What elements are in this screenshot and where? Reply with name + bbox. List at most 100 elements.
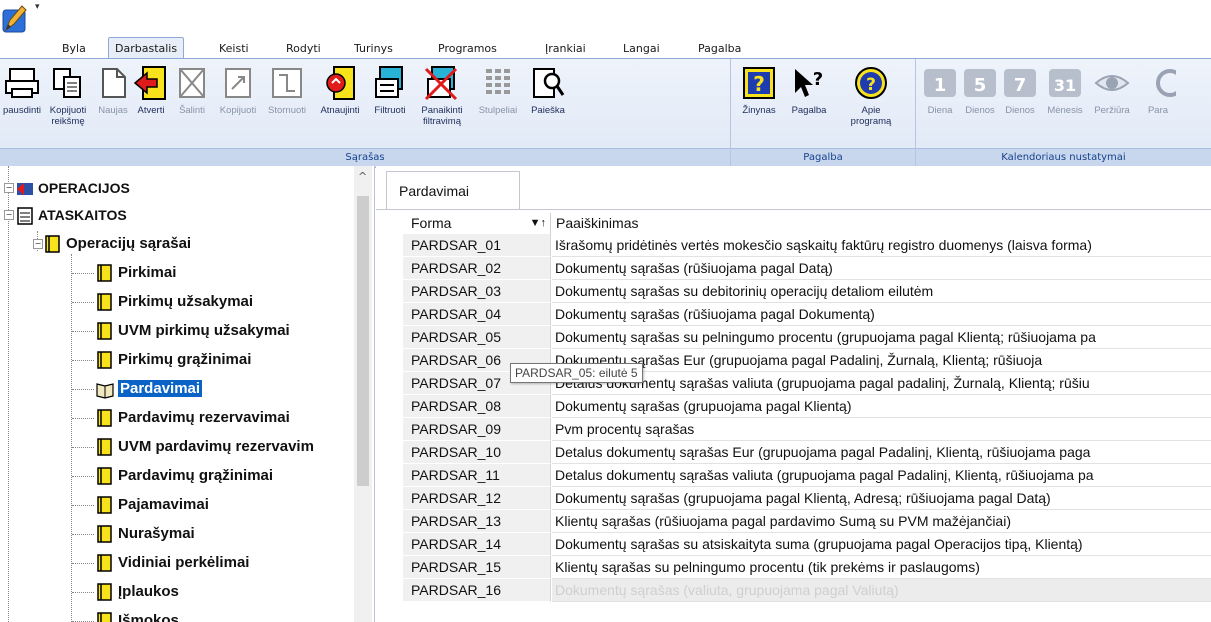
cell-forma[interactable]: PARDSAR_04	[403, 303, 551, 326]
columns-button[interactable]: Stulpeliai	[472, 65, 524, 116]
cell-paaiskinimas[interactable]: Dokumentų sąrašas (rūšiuojama pagal Doku…	[552, 303, 1211, 326]
cell-forma[interactable]: PARDSAR_10	[403, 441, 551, 464]
month-button[interactable]: 31 Mėnesis	[1042, 65, 1088, 116]
open-button[interactable]: Atverti	[132, 65, 170, 116]
column-header-paaiskinimas[interactable]: Paaiškinimas	[552, 213, 1211, 234]
print-button[interactable]: pausdinti	[2, 65, 42, 116]
tree-node-ataskaitos[interactable]: ATASKAITOS	[16, 203, 127, 227]
table-row[interactable]: PARDSAR_02 Dokumentų sąrašas (rūšiuojama …	[403, 257, 1211, 280]
table-row[interactable]: PARDSAR_05 Dokumentų sąrašas su pelningum…	[403, 326, 1211, 349]
tree-node-report[interactable]: Pirkimų grąžinimai	[96, 348, 251, 372]
cell-paaiskinimas[interactable]: Detalus dokumentų sąrašas valiuta (grupu…	[552, 372, 1211, 395]
cell-paaiskinimas[interactable]: Dokumentų sąrašas Eur (grupuojama pagal …	[552, 349, 1211, 372]
table-row[interactable]: PARDSAR_13 Klientų sąrašas (rūšiuojama pa…	[403, 510, 1211, 533]
days-5-button[interactable]: 5 Dienos	[960, 65, 1000, 116]
tree-node-report[interactable]: Įplaukos	[96, 580, 179, 604]
search-button[interactable]: Paieška	[526, 65, 570, 116]
scroll-up-icon[interactable]: ^	[358, 170, 367, 183]
cell-forma[interactable]: PARDSAR_08	[403, 395, 551, 418]
tree-node-report[interactable]: Nurašymai	[96, 522, 195, 546]
tree-node-operaciju-sarasai[interactable]: Operacijų sąrašai	[44, 232, 191, 256]
tab-irankiai[interactable]: Įrankiai	[539, 40, 592, 58]
cell-paaiskinimas[interactable]: Detalus dokumentų sąrašas Eur (grupuojam…	[552, 441, 1211, 464]
tab-keisti[interactable]: Keisti	[213, 40, 255, 58]
tree-node-report[interactable]: UVM pirkimų užsakymai	[96, 319, 290, 343]
tab-pagalba[interactable]: Pagalba	[692, 40, 747, 58]
scrollbar-thumb[interactable]	[357, 196, 369, 486]
remove-filter-button[interactable]: Panaikinti filtravimą	[412, 65, 472, 127]
sort-filter-icon[interactable]: ▼↑	[530, 213, 546, 234]
copy-doc-button[interactable]: Kopijuoti	[214, 65, 262, 116]
tab-langai[interactable]: Langai	[617, 40, 666, 58]
tree-node-report[interactable]: Pirkimai	[96, 261, 176, 285]
collapse-toggle[interactable]: −	[4, 210, 14, 220]
para-button[interactable]: Para	[1138, 65, 1184, 116]
tab-turinys[interactable]: Turinys	[348, 40, 399, 58]
table-row[interactable]: PARDSAR_12 Dokumentų sąrašas (grupuojama …	[403, 487, 1211, 510]
cell-forma[interactable]: PARDSAR_16	[403, 579, 551, 602]
tree-node-report[interactable]: Pardavimų rezervavimai	[96, 406, 290, 430]
tree-node-report[interactable]: Išmokos	[96, 609, 179, 622]
preview-button[interactable]: Peržiūra	[1088, 65, 1136, 116]
collapse-toggle[interactable]: −	[4, 183, 14, 193]
tab-programos[interactable]: Programos	[432, 40, 503, 58]
table-row[interactable]: PARDSAR_08 Dokumentų sąrašas (grupuojama …	[403, 395, 1211, 418]
cell-paaiskinimas[interactable]: Dokumentų sąrašas (grupuojama pagal Klie…	[552, 487, 1211, 510]
cell-paaiskinimas[interactable]: Pvm procentų sąrašas	[552, 418, 1211, 441]
table-row[interactable]: PARDSAR_10 Detalus dokumentų sąrašas Eur …	[403, 441, 1211, 464]
column-header-forma[interactable]: Forma ▼↑	[403, 213, 551, 234]
cell-paaiskinimas[interactable]: Dokumentų sąrašas (valiuta, grupuojama p…	[552, 579, 1211, 602]
cell-forma[interactable]: PARDSAR_01	[403, 234, 551, 257]
table-row[interactable]: PARDSAR_14 Dokumentų sąrašas su atsiskait…	[403, 533, 1211, 556]
cell-forma[interactable]: PARDSAR_12	[403, 487, 551, 510]
cell-paaiskinimas[interactable]: Dokumentų sąrašas su debitorinių operaci…	[552, 280, 1211, 303]
cell-paaiskinimas[interactable]: Dokumentų sąrašas su atsiskaityta suma (…	[552, 533, 1211, 556]
table-row[interactable]: PARDSAR_11 Detalus dokumentų sąrašas vali…	[403, 464, 1211, 487]
table-row[interactable]: PARDSAR_01 Išrašomų pridėtinės vertės mok…	[403, 234, 1211, 257]
cell-forma[interactable]: PARDSAR_11	[403, 464, 551, 487]
cell-paaiskinimas[interactable]: Dokumentų sąrašas su pelningumo procentu…	[552, 326, 1211, 349]
cell-paaiskinimas[interactable]: Klientų sąrašas su pelningumo procentu (…	[552, 556, 1211, 579]
tree-node-report[interactable]: Pardavimai	[96, 377, 203, 401]
about-button[interactable]: ? Apie programą	[841, 65, 901, 127]
storno-button[interactable]: Stornuoti	[262, 65, 312, 116]
new-button[interactable]: Naujas	[94, 65, 132, 116]
cell-forma[interactable]: PARDSAR_03	[403, 280, 551, 303]
table-row[interactable]: PARDSAR_15 Klientų sąrašas su pelningumo …	[403, 556, 1211, 579]
cell-paaiskinimas[interactable]: Detalus dokumentų sąrašas valiuta (grupu…	[552, 464, 1211, 487]
tree-node-report[interactable]: Pajamavimai	[96, 493, 209, 517]
cell-forma[interactable]: PARDSAR_15	[403, 556, 551, 579]
cell-forma[interactable]: PARDSAR_05	[403, 326, 551, 349]
copy-value-button[interactable]: Kopijuoti reikšmę	[42, 65, 94, 127]
cell-paaiskinimas[interactable]: Klientų sąrašas (rūšiuojama pagal pardav…	[552, 510, 1211, 533]
tab-darbastalis[interactable]: Darbastalis	[108, 37, 185, 59]
cell-forma[interactable]: PARDSAR_02	[403, 257, 551, 280]
table-row[interactable]: PARDSAR_09 Pvm procentų sąrašas	[403, 418, 1211, 441]
delete-button[interactable]: Šalinti	[172, 65, 212, 116]
quick-access-dropdown-icon[interactable]: ▾	[35, 2, 40, 12]
refresh-button[interactable]: Atnaujinti	[312, 65, 368, 116]
tree-node-report[interactable]: UVM pardavimų rezervavim	[96, 435, 314, 459]
cell-paaiskinimas[interactable]: Dokumentų sąrašas (grupuojama pagal Klie…	[552, 395, 1211, 418]
table-row[interactable]: PARDSAR_16 Dokumentų sąrašas (valiuta, gr…	[403, 579, 1211, 602]
table-row[interactable]: PARDSAR_03 Dokumentų sąrašas su debitorin…	[403, 280, 1211, 303]
cell-paaiskinimas[interactable]: Dokumentų sąrašas (rūšiuojama pagal Datą…	[552, 257, 1211, 280]
tree-node-report[interactable]: Pirkimų užsakymai	[96, 290, 253, 314]
cell-forma[interactable]: PARDSAR_09	[403, 418, 551, 441]
help-book-button[interactable]: ? Žinynas	[735, 65, 783, 116]
tab-byla[interactable]: Byla	[56, 40, 92, 58]
days-7-button[interactable]: 7 Dienos	[1000, 65, 1040, 116]
tree-scrollbar[interactable]: ^	[354, 166, 372, 622]
day-button[interactable]: 1 Diena	[922, 65, 958, 116]
help-pointer-button[interactable]: ? Pagalba	[785, 65, 833, 116]
collapse-toggle[interactable]: −	[33, 239, 43, 249]
filter-button[interactable]: Filtruoti	[368, 65, 412, 116]
tree-node-report[interactable]: Vidiniai perkėlimai	[96, 551, 249, 575]
cell-forma[interactable]: PARDSAR_14	[403, 533, 551, 556]
cell-paaiskinimas[interactable]: Išrašomų pridėtinės vertės mokesčio sąsk…	[552, 234, 1211, 257]
tab-rodyti[interactable]: Rodyti	[280, 40, 327, 58]
tree-node-report[interactable]: Pardavimų grąžinimai	[96, 464, 273, 488]
tree-node-operacijos[interactable]: OPERACIJOS	[16, 176, 130, 200]
app-pencil-icon[interactable]	[2, 2, 28, 38]
cell-forma[interactable]: PARDSAR_13	[403, 510, 551, 533]
